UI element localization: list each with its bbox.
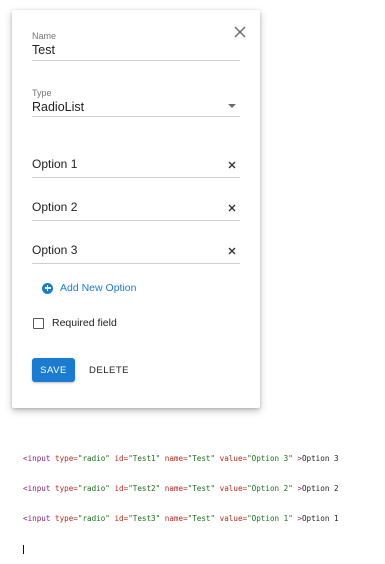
option-underline	[32, 263, 240, 264]
code-line-2: <input type="radio" id="Test2" name="Tes…	[23, 484, 339, 493]
clear-icon[interactable]	[226, 244, 238, 256]
option-input-3[interactable]: Option 3	[32, 243, 77, 257]
add-option-button[interactable]: Add New Option	[42, 280, 136, 296]
text-cursor	[23, 545, 24, 554]
option-row-2: Option 2	[32, 195, 240, 221]
option-underline	[32, 220, 240, 221]
option-underline	[32, 177, 240, 178]
type-select[interactable]: RadioList	[32, 100, 84, 114]
clear-icon[interactable]	[226, 201, 238, 213]
save-button[interactable]: SAVE	[32, 358, 75, 382]
option-input-1[interactable]: Option 1	[32, 157, 77, 171]
arrow-drop-down-icon[interactable]	[228, 104, 236, 108]
type-select-underline	[32, 116, 240, 117]
name-input[interactable]: Test	[32, 43, 55, 57]
code-line-3: <input type="radio" id="Test3" name="Tes…	[23, 514, 339, 523]
html-output-code: <input type="radio" id="Test1" name="Tes…	[0, 424, 385, 554]
required-field-row: Required field	[33, 317, 117, 329]
option-row-3: Option 3	[32, 238, 240, 264]
delete-button[interactable]: DELETE	[84, 358, 134, 382]
option-input-2[interactable]: Option 2	[32, 200, 77, 214]
required-label[interactable]: Required field	[52, 317, 117, 329]
code-line-1: <input type="radio" id="Test1" name="Tes…	[23, 454, 339, 463]
add-option-label: Add New Option	[60, 282, 137, 294]
required-checkbox[interactable]	[33, 317, 44, 329]
add-circle-icon	[42, 282, 53, 294]
field-editor-dialog: Name Test Type RadioList Option 1 Option…	[12, 10, 260, 408]
name-input-underline	[32, 60, 240, 61]
option-row-1: Option 1	[32, 152, 240, 178]
close-icon[interactable]	[232, 24, 248, 40]
type-label: Type	[32, 88, 52, 98]
name-label: Name	[32, 31, 57, 41]
clear-icon[interactable]	[226, 158, 238, 170]
